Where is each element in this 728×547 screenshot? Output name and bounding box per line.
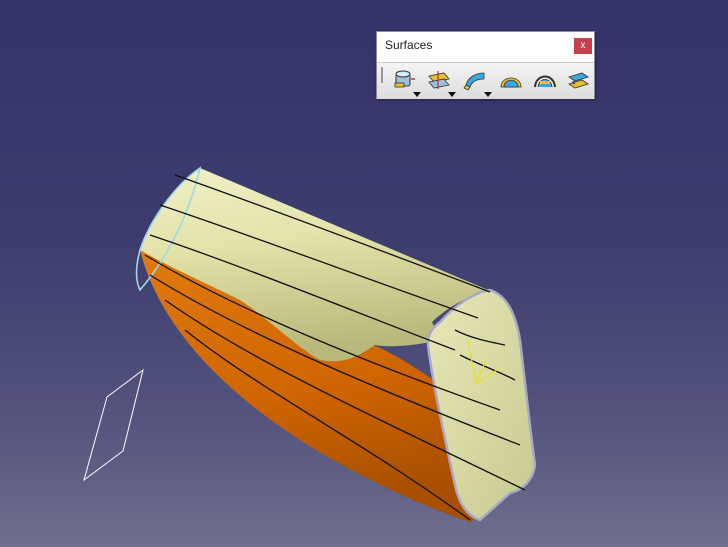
toolbar-titlebar[interactable]: Surfaces x <box>377 32 594 59</box>
3d-viewport[interactable] <box>0 0 728 547</box>
dropdown-arrow-icon[interactable] <box>484 92 492 97</box>
toolbar-title: Surfaces <box>385 38 433 52</box>
extrude-surface-icon[interactable] <box>391 67 421 97</box>
close-button[interactable]: x <box>574 38 592 54</box>
multi-section-surface-icon[interactable] <box>532 67 558 93</box>
dropdown-arrow-icon[interactable] <box>448 92 456 97</box>
toolbar-icon-row <box>377 62 594 99</box>
sweep-surface-icon[interactable] <box>462 67 492 97</box>
surfaces-toolbar[interactable]: Surfaces x <box>376 31 595 99</box>
blend-surface-icon[interactable] <box>566 67 592 93</box>
offset-surface-icon[interactable] <box>426 67 456 97</box>
dropdown-arrow-icon[interactable] <box>413 92 421 97</box>
toolbar-grip[interactable] <box>381 67 383 83</box>
fill-surface-icon[interactable] <box>498 67 524 93</box>
sketch-plane-outline[interactable] <box>83 368 144 482</box>
